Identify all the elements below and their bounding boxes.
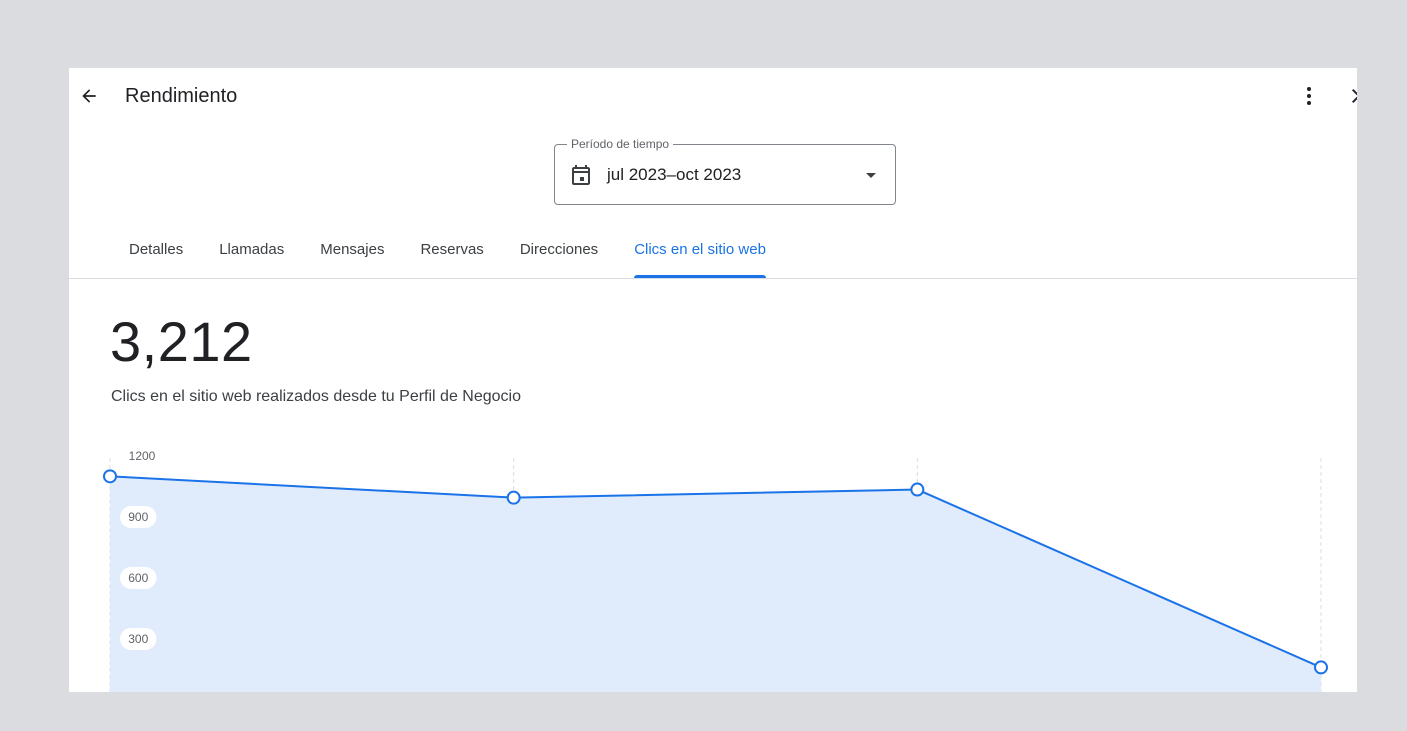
chart-point-0	[103, 469, 117, 484]
back-button[interactable]	[75, 82, 103, 110]
tab-llamadas[interactable]: Llamadas	[201, 230, 302, 278]
tab-divider	[69, 278, 1357, 279]
tab-detalles[interactable]: Detalles	[111, 230, 201, 278]
chart-point-1	[506, 490, 521, 505]
chart-ytick-label-0: 1200	[129, 449, 156, 463]
tab-clics-sitio-web[interactable]: Clics en el sitio web	[616, 230, 784, 278]
tab-mensajes[interactable]: Mensajes	[302, 230, 402, 278]
close-icon	[1352, 89, 1357, 103]
tab-bar: Detalles Llamadas Mensajes Reservas Dire…	[111, 230, 784, 278]
tab-direcciones[interactable]: Direcciones	[502, 230, 616, 278]
period-selector[interactable]: Período de tiempo jul 2023–oct 2023	[554, 136, 896, 205]
chart-point-3	[1314, 660, 1328, 675]
window-frame: Rendimiento Período de tiempo jul 2023–o…	[8, 8, 1399, 723]
more-options-button[interactable]	[1295, 82, 1323, 110]
more-vert-icon	[1307, 87, 1311, 105]
website-clicks-chart: 1200 900 600 300	[103, 449, 1328, 692]
period-value: jul 2023–oct 2023	[607, 165, 742, 184]
chart-area	[110, 476, 1321, 692]
performance-panel: Rendimiento Período de tiempo jul 2023–o…	[69, 68, 1357, 692]
period-label: Período de tiempo	[567, 136, 674, 152]
chart-ytick-label-1: 900	[128, 510, 148, 524]
page-title: Rendimiento	[125, 85, 238, 107]
calendar-icon	[572, 165, 590, 185]
chart-ytick-label-2: 600	[128, 571, 148, 585]
tab-reservas[interactable]: Reservas	[402, 230, 501, 278]
chart-point-2	[910, 482, 925, 497]
total-clicks-value: 3,212	[110, 310, 253, 373]
caret-down-icon	[866, 173, 876, 178]
chart-ytick-label-3: 300	[128, 632, 148, 646]
total-clicks-description: Clics en el sitio web realizados desde t…	[111, 388, 521, 405]
close-button[interactable]	[1347, 82, 1357, 110]
arrow-back-icon	[82, 89, 96, 103]
